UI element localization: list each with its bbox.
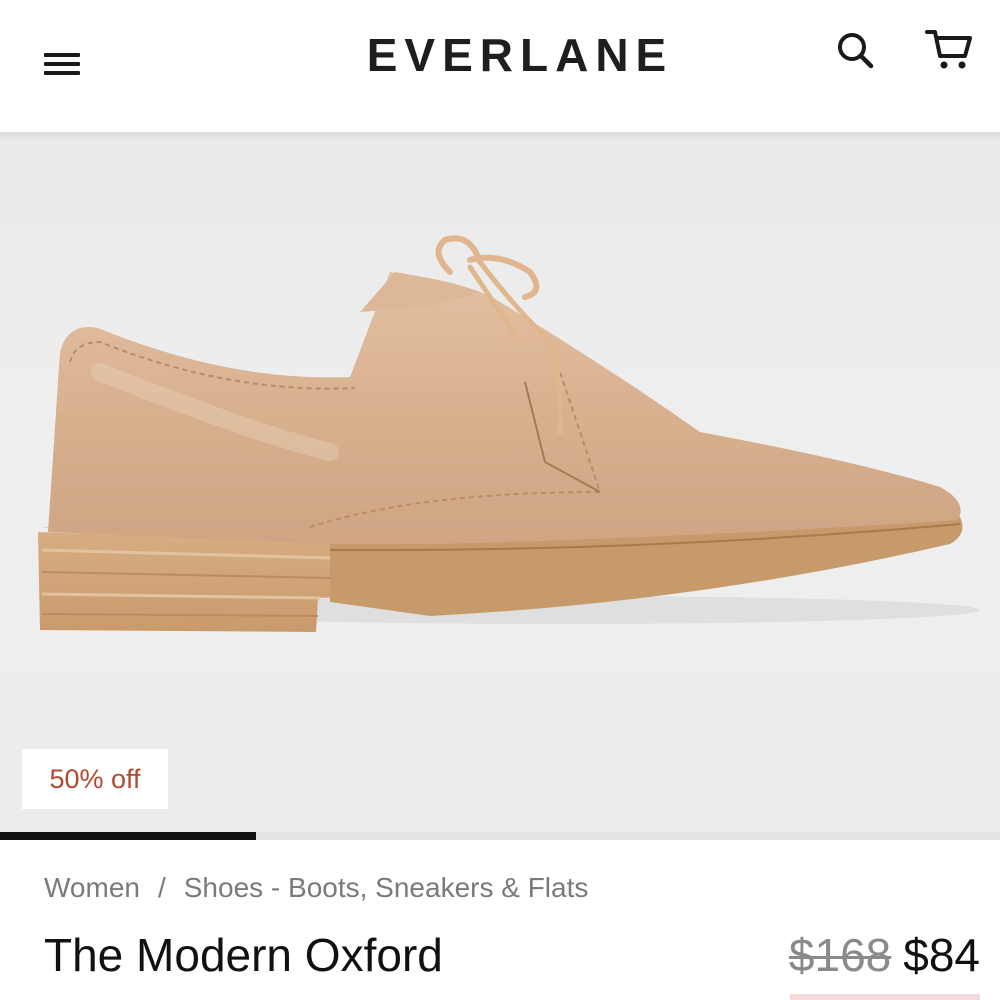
sale-price: $84 <box>903 929 980 981</box>
original-price: $168 <box>788 929 892 981</box>
menu-line <box>44 62 80 66</box>
search-icon[interactable] <box>835 30 875 70</box>
shoe-product-image <box>38 235 980 632</box>
brand-logo[interactable]: EVERLANE <box>350 28 690 82</box>
breadcrumb-item-shoes[interactable]: Shoes - Boots, Sneakers & Flats <box>184 872 589 903</box>
top-navigation-bar: EVERLANE <box>0 0 1000 132</box>
discount-badge: 50% off <box>22 749 168 809</box>
product-price: $168 $84 <box>789 926 980 984</box>
menu-line <box>44 53 80 57</box>
menu-line <box>44 71 80 75</box>
carousel-progress-bar <box>0 832 1000 840</box>
product-image-carousel[interactable]: 50% off <box>0 132 1000 832</box>
cart-icon[interactable] <box>925 26 975 74</box>
carousel-progress-fill <box>0 832 256 840</box>
breadcrumb-separator: / <box>157 872 166 903</box>
hamburger-menu-icon[interactable] <box>44 50 84 80</box>
breadcrumb-item-women[interactable]: Women <box>44 872 140 903</box>
product-title: The Modern Oxford <box>44 929 443 981</box>
add-to-bag-button-edge[interactable] <box>790 994 980 1000</box>
breadcrumb: Women / Shoes - Boots, Sneakers & Flats <box>44 872 588 904</box>
